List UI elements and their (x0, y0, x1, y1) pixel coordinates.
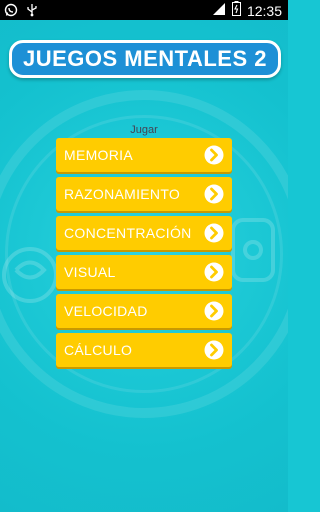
usb-icon (26, 2, 38, 21)
chevron-right-circle-icon (204, 223, 224, 243)
menu-button-label: RAZONAMIENTO (64, 186, 181, 202)
status-time: 12:35 (246, 2, 282, 19)
chevron-right-circle-icon (204, 262, 224, 282)
menu-button-label: VISUAL (64, 264, 116, 280)
background-brain-icon (0, 240, 60, 314)
background-puzzle-icon (228, 210, 288, 294)
menu-button-concentracion[interactable]: CONCENTRACIÓN (56, 216, 232, 250)
battery-icon (231, 1, 241, 20)
app-title: JUEGOS MENTALES 2 (22, 46, 268, 71)
app-screen: JUEGOS MENTALES 2 Jugar MEMORIA RAZONAMI… (0, 20, 288, 512)
chevron-right-circle-icon (204, 301, 224, 321)
chevron-right-circle-icon (204, 145, 224, 165)
menu-button-label: VELOCIDAD (64, 303, 148, 319)
menu-button-visual[interactable]: VISUAL (56, 255, 232, 289)
menu-button-label: CÁLCULO (64, 342, 133, 358)
chevron-right-circle-icon (204, 340, 224, 360)
game-menu: MEMORIA RAZONAMIENTO CONCENTRACIÓN VISUA… (56, 138, 232, 372)
whatsapp-icon (4, 2, 18, 21)
signal-icon (212, 1, 226, 20)
menu-button-label: CONCENTRACIÓN (64, 225, 192, 241)
chevron-right-circle-icon (204, 184, 224, 204)
menu-button-label: MEMORIA (64, 147, 133, 163)
status-bar-left (4, 2, 38, 21)
menu-button-memoria[interactable]: MEMORIA (56, 138, 232, 172)
status-bar-right: 12:35 (212, 1, 282, 20)
status-bar: 12:35 (0, 0, 288, 20)
app-title-banner: JUEGOS MENTALES 2 (9, 40, 281, 78)
section-subtitle: Jugar (130, 124, 158, 136)
menu-button-razonamiento[interactable]: RAZONAMIENTO (56, 177, 232, 211)
menu-button-velocidad[interactable]: VELOCIDAD (56, 294, 232, 328)
menu-button-calculo[interactable]: CÁLCULO (56, 333, 232, 367)
